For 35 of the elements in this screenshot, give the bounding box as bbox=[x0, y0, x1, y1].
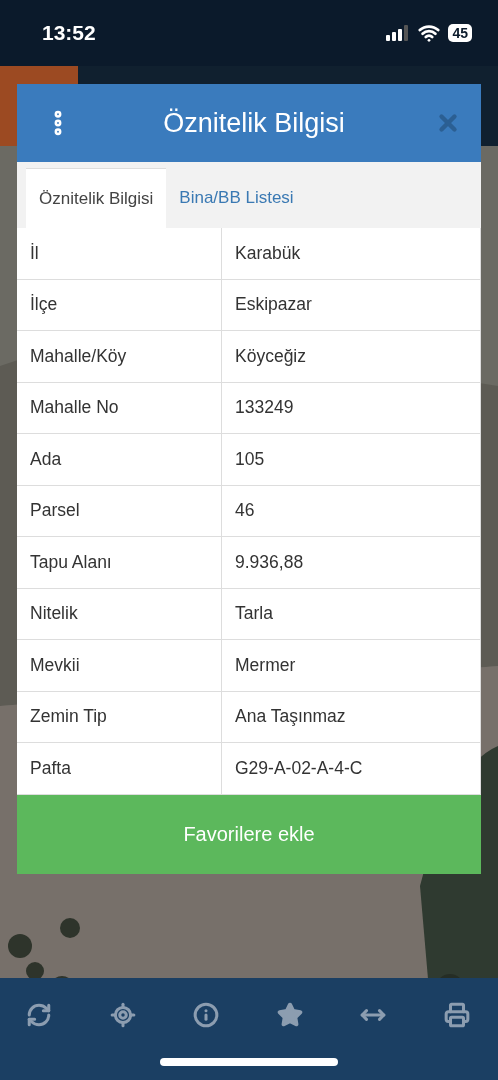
star-button[interactable] bbox=[276, 1002, 303, 1028]
dialog-title: Öznitelik Bilgisi bbox=[163, 107, 345, 139]
attribute-label: Nitelik bbox=[17, 588, 222, 640]
attribute-value: 46 bbox=[222, 485, 481, 537]
attribute-value: 133249 bbox=[222, 382, 481, 434]
signal-icon bbox=[386, 25, 411, 41]
attribute-value: Mermer bbox=[222, 640, 481, 692]
attribute-label: Parsel bbox=[17, 485, 222, 537]
battery-level: 45 bbox=[448, 24, 472, 42]
attribute-label: Mahalle/Köy bbox=[17, 331, 222, 383]
attribute-value: Karabük bbox=[222, 228, 481, 280]
attribute-value: G29-A-02-A-4-C bbox=[222, 743, 481, 795]
refresh-button[interactable] bbox=[26, 1002, 52, 1028]
attribute-value: Ana Taşınmaz bbox=[222, 691, 481, 743]
attribute-value: Tarla bbox=[222, 588, 481, 640]
print-button[interactable] bbox=[443, 1002, 470, 1028]
attribute-label: Mahalle No bbox=[17, 382, 222, 434]
attribute-label: İl bbox=[17, 228, 222, 280]
attribute-value: 105 bbox=[222, 434, 481, 486]
add-favorites-button[interactable]: Favorilere ekle bbox=[17, 794, 481, 874]
attribute-label: Ada bbox=[17, 434, 222, 486]
locate-button[interactable] bbox=[109, 1002, 136, 1028]
tab[interactable]: Bina/BB Listesi bbox=[166, 168, 307, 228]
attribute-label: İlçe bbox=[17, 279, 222, 331]
wifi-icon bbox=[418, 22, 441, 44]
attribute-value: Eskipazar bbox=[222, 279, 481, 331]
attribute-value: Köyceğiz bbox=[222, 331, 481, 383]
attribute-value: 9.936,88 bbox=[222, 537, 481, 589]
attribute-label: Pafta bbox=[17, 743, 222, 795]
status-time: 13:52 bbox=[42, 21, 96, 45]
attribute-label: Zemin Tip bbox=[17, 691, 222, 743]
tab[interactable]: Öznitelik Bilgisi bbox=[26, 168, 167, 228]
info-button[interactable] bbox=[193, 1002, 220, 1028]
attribute-label: Mevkii bbox=[17, 640, 222, 692]
attribute-label: Tapu Alanı bbox=[17, 537, 222, 589]
